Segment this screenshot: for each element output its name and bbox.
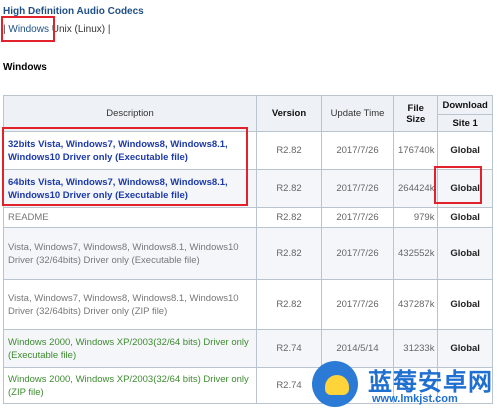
table-row: 32bits Vista, Windows7, Windows8, Window… xyxy=(3,131,493,170)
size-cell: 432552k xyxy=(392,227,439,280)
version-cell: R2.82 xyxy=(256,169,322,208)
table-row: Vista, Windows7, Windows8, Windows8.1, W… xyxy=(3,227,493,280)
driver-link[interactable]: 32bits Vista, Windows7, Windows8, Window… xyxy=(3,131,257,170)
driver-link[interactable]: 64bits Vista, Windows7, Windows8, Window… xyxy=(3,169,257,208)
global-download-link[interactable]: Global xyxy=(437,169,493,208)
date-cell: 2017/7/26 xyxy=(321,207,394,228)
col-version: Version xyxy=(256,95,322,132)
global-download-link[interactable]: Global xyxy=(437,279,493,330)
col-site-1: Site 1 xyxy=(437,114,493,132)
size-cell: 176740k xyxy=(392,131,439,170)
table-row: 64bits Vista, Windows7, Windows8, Window… xyxy=(3,169,493,208)
date-cell: 2017/7/26 xyxy=(321,131,394,170)
version-cell: R2.82 xyxy=(256,279,322,330)
watermark-title: 蓝莓安卓网 xyxy=(368,369,493,396)
date-cell: 2017/7/26 xyxy=(321,279,394,330)
separator: | xyxy=(3,24,6,35)
windows-link[interactable]: Windows xyxy=(8,24,49,35)
version-cell: R2.82 xyxy=(256,227,322,280)
col-file-size: File Size xyxy=(392,95,439,132)
global-download-link[interactable]: Global xyxy=(437,131,493,170)
readme-link[interactable]: README xyxy=(3,207,257,228)
downloads-table: Description Version Update Time File Siz… xyxy=(3,95,493,404)
table-row: Vista, Windows7, Windows8, Windows8.1, W… xyxy=(3,279,493,330)
size-cell: 979k xyxy=(392,207,439,228)
driver-link[interactable]: Vista, Windows7, Windows8, Windows8.1, W… xyxy=(3,279,257,330)
col-description: Description xyxy=(3,95,257,132)
driver-link[interactable]: Vista, Windows7, Windows8, Windows8.1, W… xyxy=(3,227,257,280)
page-heading: High Definition Audio Codecs xyxy=(3,6,144,17)
os-filter-links: | Windows Unix (Linux) | xyxy=(3,24,111,35)
global-download-link[interactable]: Global xyxy=(437,227,493,280)
date-cell: 2017/7/26 xyxy=(321,169,394,208)
site-watermark: 蓝莓安卓网 www.lmkjst.com xyxy=(310,359,500,409)
col-download: Download xyxy=(437,95,493,115)
separator: | xyxy=(107,24,111,35)
driver-link[interactable]: Windows 2000, Windows XP/2003(32/64 bits… xyxy=(3,367,257,404)
mascot-logo-icon xyxy=(312,361,358,407)
driver-link[interactable]: Windows 2000, Windows XP/2003(32/64 bits… xyxy=(3,329,257,368)
watermark-url: www.lmkjst.com xyxy=(372,393,458,405)
section-title: Windows xyxy=(3,62,47,73)
col-update-time: Update Time xyxy=(321,95,394,132)
size-cell: 264424k xyxy=(392,169,439,208)
size-cell: 437287k xyxy=(392,279,439,330)
version-cell: R2.82 xyxy=(256,131,322,170)
global-download-link[interactable]: Global xyxy=(437,207,493,228)
date-cell: 2017/7/26 xyxy=(321,227,394,280)
table-row: README R2.82 2017/7/26 979k Global xyxy=(3,207,493,228)
version-cell: R2.82 xyxy=(256,207,322,228)
unix-link[interactable]: Unix (Linux) xyxy=(52,24,105,35)
